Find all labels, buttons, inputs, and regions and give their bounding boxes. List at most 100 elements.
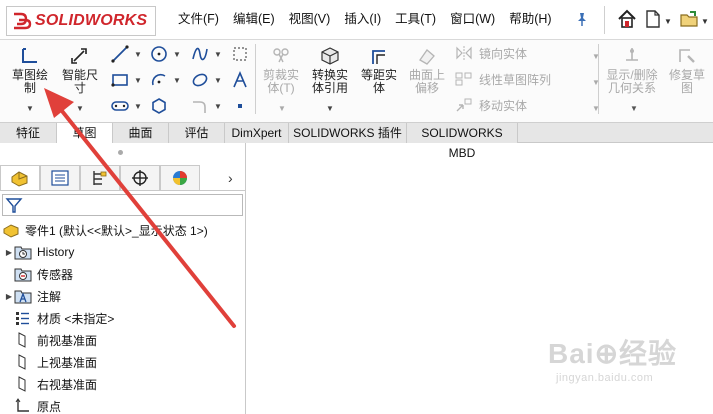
chevron-down-icon[interactable]: ▼ bbox=[26, 104, 34, 113]
ds-logo-icon bbox=[14, 12, 32, 30]
text-icon[interactable] bbox=[230, 70, 250, 90]
chevron-down-icon[interactable]: ▼ bbox=[134, 102, 142, 111]
chevron-down-icon[interactable]: ▼ bbox=[278, 104, 286, 113]
chevron-down-icon[interactable]: ▼ bbox=[214, 50, 222, 59]
convert-entities-button[interactable]: 转换实 体引用 bbox=[306, 46, 354, 95]
mirror-icon bbox=[456, 46, 472, 60]
smart-dimension-button[interactable]: 智能尺 寸 bbox=[56, 46, 104, 95]
rectangle-icon[interactable] bbox=[110, 70, 130, 90]
tree-item-material[interactable]: 材质 <未指定> bbox=[14, 307, 114, 329]
plane-icon bbox=[18, 354, 26, 370]
surface-offset-label-2: 偏移 bbox=[414, 81, 439, 95]
dimxpert-manager-tab[interactable] bbox=[120, 165, 160, 191]
chevron-down-icon[interactable]: ▼ bbox=[701, 17, 709, 26]
menu-window[interactable]: 窗口(W) bbox=[450, 9, 495, 29]
chevron-down-icon[interactable]: ▼ bbox=[214, 102, 222, 111]
tree-root-part[interactable]: 零件1 (默认<<默认>_显示状态 1>) bbox=[2, 219, 208, 241]
smart-dimension-label-2: 寸 bbox=[73, 81, 86, 95]
chevron-down-icon[interactable]: ▼ bbox=[134, 50, 142, 59]
pin-icon[interactable] bbox=[574, 11, 590, 27]
tab-surfaces[interactable]: 曲面 bbox=[113, 123, 169, 143]
modify-entity-list: 镜向实体 线性草图阵列 移动实体 bbox=[455, 40, 551, 118]
sketch-icon bbox=[22, 48, 37, 63]
tab-solidworks-mbd[interactable]: SOLIDWORKS MBD bbox=[407, 123, 518, 160]
menu-insert[interactable]: 插入(I) bbox=[344, 9, 381, 29]
fillet-icon[interactable] bbox=[190, 96, 210, 116]
spline-icon[interactable] bbox=[190, 44, 210, 64]
feature-manager-panel: › 零件1 (默认<<默认>_显示状态 1>) ▶ History 传感器 ▶ … bbox=[0, 143, 246, 414]
sketch-label-2: 制 bbox=[23, 81, 36, 95]
panel-grip[interactable] bbox=[118, 150, 123, 155]
new-document-icon[interactable] bbox=[642, 8, 664, 30]
chevron-down-icon[interactable]: ▼ bbox=[76, 104, 84, 113]
offset-on-surface-icon bbox=[419, 49, 435, 65]
menu-file[interactable]: 文件(F) bbox=[178, 9, 219, 29]
arc-icon[interactable] bbox=[149, 70, 169, 90]
tab-evaluate[interactable]: 评估 bbox=[169, 123, 225, 143]
tree-item-history[interactable]: ▶ History bbox=[4, 241, 74, 263]
feature-manager-tab[interactable] bbox=[0, 165, 40, 191]
tab-dimxpert[interactable]: DimXpert bbox=[225, 123, 289, 143]
tree-item-sensors[interactable]: 传感器 bbox=[14, 263, 73, 285]
home-icon[interactable] bbox=[616, 8, 638, 30]
panel-tabs: › bbox=[0, 165, 246, 191]
move-icon bbox=[456, 98, 472, 112]
feature-tree-icon bbox=[11, 171, 28, 187]
tab-features[interactable]: 特征 bbox=[0, 123, 57, 143]
convert-entities-icon bbox=[321, 47, 339, 65]
smart-dimension-icon bbox=[71, 48, 87, 64]
filter-icon[interactable] bbox=[5, 196, 23, 214]
linear-sketch-pattern-button[interactable]: 线性草图阵列 bbox=[455, 66, 551, 92]
point-icon[interactable] bbox=[230, 96, 250, 116]
chevron-down-icon[interactable]: ▼ bbox=[173, 50, 181, 59]
mirror-entities-button[interactable]: 镜向实体 bbox=[455, 40, 551, 66]
tree-item-front-plane[interactable]: 前视基准面 bbox=[14, 329, 97, 351]
chevron-down-icon[interactable]: ▼ bbox=[214, 76, 222, 85]
filter-bar[interactable] bbox=[2, 194, 243, 216]
menu-tools[interactable]: 工具(T) bbox=[395, 9, 436, 29]
tree-item-label: 材质 <未指定> bbox=[37, 311, 115, 326]
relations-icon bbox=[626, 48, 638, 61]
chevron-down-icon[interactable]: ▼ bbox=[664, 17, 672, 26]
tab-sketch[interactable]: 草图 bbox=[57, 123, 113, 143]
expand-arrow-icon[interactable]: ▶ bbox=[4, 292, 14, 301]
tree-item-annotations[interactable]: ▶ 注解 bbox=[4, 285, 61, 307]
configuration-manager-icon bbox=[93, 171, 107, 185]
trim-entities-button[interactable]: 剪裁实 体(T) bbox=[258, 46, 304, 95]
offset-entities-button[interactable]: 等距实 体 bbox=[356, 46, 402, 95]
tree-item-right-plane[interactable]: 右视基准面 bbox=[14, 373, 97, 395]
chevron-down-icon[interactable]: ▼ bbox=[173, 76, 181, 85]
chevron-down-icon[interactable]: ▼ bbox=[134, 76, 142, 85]
chevron-down-icon[interactable]: ▼ bbox=[326, 104, 334, 113]
chevron-down-icon[interactable]: ▼ bbox=[630, 104, 638, 113]
sketch-button[interactable]: 草图绘 制 bbox=[6, 46, 54, 95]
tab-solidworks-addins[interactable]: SOLIDWORKS 插件 bbox=[289, 123, 407, 143]
menu-edit[interactable]: 编辑(E) bbox=[233, 9, 275, 29]
display-delete-relations-button[interactable]: 显示/删除 几何关系 bbox=[602, 46, 662, 95]
ellipse-icon[interactable] bbox=[190, 70, 210, 90]
repair-sketch-button[interactable]: 修复草 图 bbox=[664, 46, 710, 95]
line-icon[interactable] bbox=[110, 44, 130, 64]
move-entities-button[interactable]: 移动实体 bbox=[455, 92, 551, 118]
menu-view[interactable]: 视图(V) bbox=[289, 9, 331, 29]
menu-help[interactable]: 帮助(H) bbox=[509, 9, 551, 29]
open-folder-icon[interactable] bbox=[678, 8, 700, 30]
slot-icon[interactable] bbox=[110, 96, 130, 116]
display-manager-tab[interactable] bbox=[160, 165, 200, 191]
offset-on-surface-button[interactable]: 曲面上 偏移 bbox=[404, 46, 450, 95]
trim-label-2: 体(T) bbox=[267, 81, 295, 95]
tree-item-top-plane[interactable]: 上视基准面 bbox=[14, 351, 97, 373]
configuration-manager-tab[interactable] bbox=[80, 165, 120, 191]
expand-arrow-icon[interactable]: ▶ bbox=[4, 248, 14, 257]
tree-item-origin[interactable]: 原点 bbox=[14, 395, 61, 414]
chevron-right-icon[interactable]: › bbox=[228, 170, 233, 186]
trim-icon bbox=[273, 48, 289, 63]
menu-bar: 文件(F) 编辑(E) 视图(V) 插入(I) 工具(T) 窗口(W) 帮助(H… bbox=[178, 9, 566, 29]
polygon-icon[interactable] bbox=[149, 96, 169, 116]
circle-icon[interactable] bbox=[149, 44, 169, 64]
construction-geometry-icon[interactable] bbox=[230, 44, 250, 64]
solidworks-logo[interactable]: SOLIDWORKS bbox=[6, 6, 156, 36]
tree-item-label: 传感器 bbox=[37, 267, 74, 282]
move-label: 移动实体 bbox=[479, 98, 528, 113]
property-manager-tab[interactable] bbox=[40, 165, 80, 191]
